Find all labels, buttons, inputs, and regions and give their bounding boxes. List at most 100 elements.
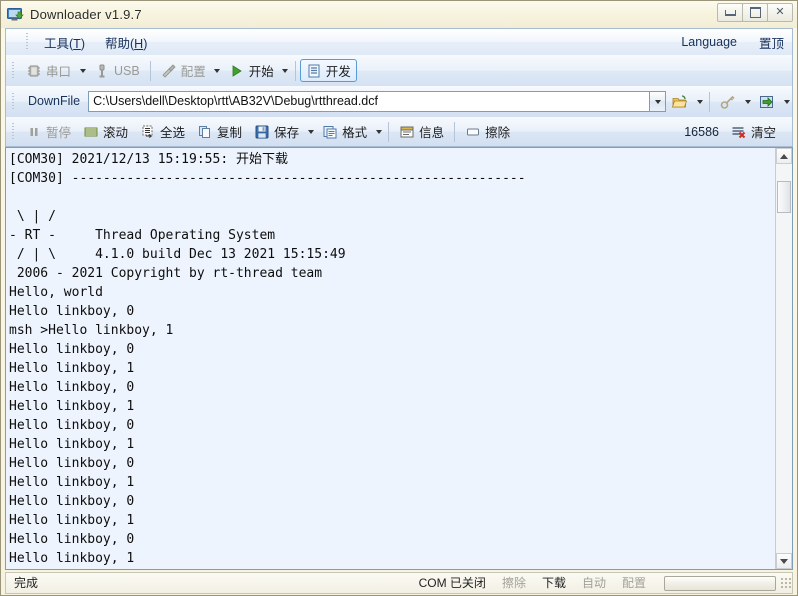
menu-item-help[interactable]: 帮助(H) (95, 30, 157, 55)
menu-item-language[interactable]: Language (679, 32, 739, 52)
config-dropdown[interactable] (212, 60, 223, 82)
info-button[interactable]: 信息 (393, 120, 450, 143)
start-dropdown[interactable] (280, 60, 291, 82)
terminal-line: [COM30] 2021/12/13 15:19:55: 开始下载 (9, 152, 288, 167)
downfile-row: DownFile C:\Users\dell\Desktop\rtt\AB32V… (5, 86, 793, 117)
minimize-button[interactable] (717, 3, 743, 22)
open-folder-dropdown[interactable] (694, 91, 705, 113)
terminal-toolbar-separator-1 (388, 121, 390, 142)
status-flag-config: 配置 (621, 576, 646, 590)
terminal-scrollbar[interactable] (775, 148, 792, 569)
scrollbar-track[interactable] (776, 164, 792, 553)
menu-bar: 工具(T) 帮助(H) Language 置顶 (5, 28, 793, 55)
config-button[interactable]: 配置 (155, 59, 212, 82)
config-label: 配置 (180, 65, 206, 79)
format-label: 格式 (342, 126, 368, 140)
pause-label: 暂停 (46, 126, 72, 140)
key-button[interactable] (714, 90, 742, 113)
terminal-line: Hello linkboy, 0 (9, 532, 135, 547)
save-label: 保存 (274, 126, 300, 140)
scroll-down-button[interactable] (776, 553, 792, 569)
copy-button[interactable]: 复制 (191, 120, 248, 143)
import-button[interactable] (753, 90, 781, 113)
maximize-icon (749, 7, 761, 18)
status-message: 完成 (14, 576, 39, 590)
downfile-grip[interactable] (11, 92, 17, 111)
select-all-icon (140, 124, 156, 140)
scroll-label: 滚动 (103, 126, 129, 140)
select-all-button[interactable]: 全选 (134, 120, 191, 143)
maximize-button[interactable] (742, 3, 768, 22)
terminal-line: Hello linkboy, 1 (9, 475, 135, 490)
status-flag-download: 下载 (541, 576, 566, 590)
terminal-line: Hello, world (9, 285, 103, 300)
com-status: COM 已关闭 (418, 576, 486, 590)
terminal-line: Hello linkboy, 0 (9, 304, 135, 319)
folder-open-icon (671, 94, 688, 110)
open-folder-button[interactable] (666, 90, 694, 113)
menu-grip[interactable] (25, 33, 31, 51)
info-label: 信息 (419, 126, 445, 140)
menu-item-tools[interactable]: 工具(T) (34, 30, 95, 55)
key-dropdown[interactable] (742, 91, 753, 113)
serial-port-button[interactable]: 串口 (20, 59, 77, 82)
chevron-down-icon (654, 99, 661, 104)
erase-box-icon (465, 124, 481, 140)
serial-port-label: 串口 (46, 65, 72, 79)
window-controls: ✕ (717, 3, 793, 22)
close-button[interactable]: ✕ (767, 3, 793, 22)
terminal-line: msh >Hello linkboy, 1 (9, 323, 174, 338)
copy-icon (197, 124, 213, 140)
downfile-path-input[interactable]: C:\Users\dell\Desktop\rtt\AB32V\Debug\rt… (88, 91, 649, 112)
toolbar-grip[interactable] (11, 61, 17, 80)
pause-button[interactable]: 暂停 (20, 120, 77, 143)
chevron-down-icon (780, 558, 788, 564)
menu-item-always-on-top[interactable]: 置顶 (757, 30, 786, 55)
status-bar: 完成 COM 已关闭 擦除 下载 自动 配置 (5, 572, 793, 594)
resize-grip[interactable] (780, 577, 792, 589)
progress-bar (664, 575, 776, 591)
terminal-toolbar: 暂停 滚动 全选 复制 保存 格式 信息 擦除 16586 清空 (5, 117, 793, 147)
chip-icon (26, 63, 42, 79)
start-label: 开始 (248, 65, 274, 79)
format-dropdown[interactable] (373, 121, 384, 143)
byte-count: 16586 (684, 124, 719, 139)
play-icon (229, 63, 245, 79)
scroll-up-button[interactable] (776, 148, 792, 164)
status-flag-erase: 擦除 (501, 576, 526, 590)
scroll-button[interactable]: 滚动 (77, 120, 134, 143)
format-icon (322, 124, 338, 140)
minimize-icon (724, 9, 736, 16)
save-button[interactable]: 保存 (248, 120, 305, 143)
import-dropdown[interactable] (781, 91, 792, 113)
downfile-path-dropdown[interactable] (649, 91, 666, 112)
document-icon (306, 63, 322, 79)
copy-label: 复制 (217, 126, 243, 140)
clear-button[interactable]: 清空 (725, 120, 782, 143)
downloader-monitor-icon (7, 7, 24, 23)
terminal-toolbar-separator-2 (454, 121, 456, 142)
usb-label: USB (114, 63, 140, 78)
terminal-toolbar-grip[interactable] (11, 122, 17, 141)
toolbar-separator-1 (149, 60, 151, 81)
scroll-icon (83, 124, 99, 140)
close-icon: ✕ (775, 6, 785, 18)
erase-button[interactable]: 擦除 (459, 120, 516, 143)
scrollbar-thumb[interactable] (777, 181, 791, 213)
terminal-line: Hello linkboy, 0 (9, 418, 135, 433)
save-dropdown[interactable] (305, 121, 316, 143)
start-button[interactable]: 开始 (223, 59, 280, 82)
format-button[interactable]: 格式 (316, 120, 373, 143)
usb-button[interactable]: USB (88, 59, 146, 82)
terminal-line: Hello linkboy, 1 (9, 399, 135, 414)
serial-port-dropdown[interactable] (77, 60, 88, 82)
chevron-down-icon (696, 99, 703, 104)
develop-button[interactable]: 开发 (299, 59, 357, 82)
info-window-icon (399, 124, 415, 140)
chevron-up-icon (780, 153, 788, 159)
terminal-output[interactable]: [COM30] 2021/12/13 15:19:55: 开始下载 [COM30]… (6, 148, 775, 569)
chevron-down-icon (79, 68, 86, 73)
toolbar-separator-2 (294, 60, 296, 81)
chevron-down-icon (783, 99, 790, 104)
